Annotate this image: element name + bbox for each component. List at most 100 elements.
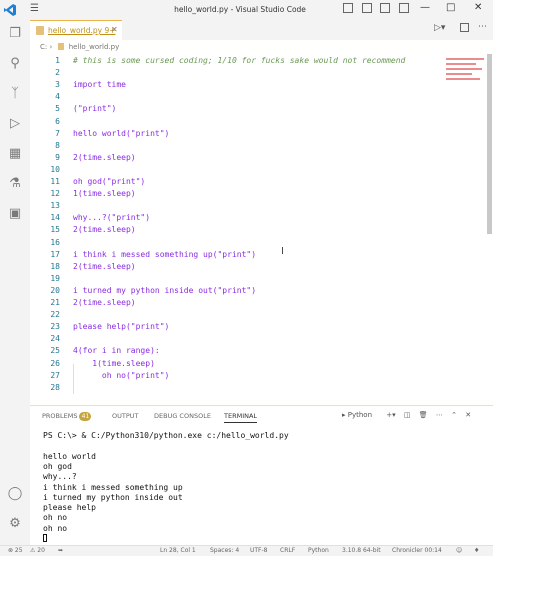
line-number: 4 xyxy=(55,92,60,102)
code-line[interactable]: 2(time.sleep) xyxy=(73,262,136,271)
run-debug-icon[interactable]: ▷ xyxy=(7,116,23,132)
code-line[interactable]: 2(time.sleep) xyxy=(73,298,136,307)
line-number: 19 xyxy=(50,273,60,283)
line-number: 28 xyxy=(50,382,60,392)
code-line[interactable]: oh no("print") xyxy=(73,371,169,380)
more-actions-icon[interactable]: ⋯ xyxy=(436,411,443,419)
testing-icon[interactable]: ⚗ xyxy=(7,176,23,192)
code-line[interactable]: i turned my python inside out("print") xyxy=(73,286,256,295)
new-terminal-icon[interactable]: +▾ xyxy=(386,411,395,419)
line-number: 13 xyxy=(50,201,60,211)
python-file-icon xyxy=(36,26,44,35)
line-number: 8 xyxy=(55,140,60,150)
tab-label: hello_world.py 9+ xyxy=(48,26,116,35)
status-encoding[interactable]: UTF-8 xyxy=(250,547,268,554)
tab-hello-world[interactable]: hello_world.py 9+ ✕ xyxy=(30,20,122,40)
close-panel-icon[interactable]: ✕ xyxy=(465,411,471,419)
line-number: 20 xyxy=(50,285,60,295)
code-line[interactable]: import time xyxy=(73,80,126,89)
explorer-icon[interactable]: ❐ xyxy=(7,26,23,42)
code-line[interactable]: oh god("print") xyxy=(73,177,145,186)
split-editor-icon[interactable] xyxy=(460,23,469,32)
tab-problems[interactable]: PROBLEMS 41 xyxy=(42,412,92,421)
source-control-icon[interactable]: ᛉ xyxy=(7,86,23,102)
line-number: 16 xyxy=(50,237,60,247)
run-python-icon[interactable]: ▷▾ xyxy=(434,23,445,33)
code-editor[interactable]: 1 # this is some cursed coding; 1/10 for … xyxy=(30,54,493,399)
broadcast-icon[interactable]: ➥ xyxy=(58,547,63,554)
status-errors[interactable]: ⊗ 25 xyxy=(8,547,23,554)
window-title: hello_world.py - Visual Studio Code xyxy=(174,5,306,14)
line-number: 22 xyxy=(50,310,60,320)
code-line[interactable]: 1(time.sleep) xyxy=(73,189,136,198)
remote-explorer-icon[interactable]: ▣ xyxy=(7,206,23,222)
terminal-line: PS C:\> & C:/Python310/python.exe c:/hel… xyxy=(43,431,289,440)
customize-layout-icon[interactable] xyxy=(398,3,409,13)
terminal-line: i think i messed something up xyxy=(43,482,183,492)
status-position[interactable]: Ln 28, Col 1 xyxy=(160,547,196,554)
maximize-panel-icon[interactable]: ⌃ xyxy=(451,411,457,419)
status-bar: ⊗ 25 ⚠ 20 ➥ Ln 28, Col 1 Spaces: 4 UTF-8… xyxy=(0,545,493,556)
line-number: 14 xyxy=(50,213,60,223)
line-number: 27 xyxy=(50,370,60,380)
status-spaces[interactable]: Spaces: 4 xyxy=(210,547,239,554)
account-icon[interactable]: ◯ xyxy=(7,486,23,502)
code-line[interactable]: why...?("print") xyxy=(73,213,150,222)
code-line[interactable]: # this is some cursed coding; 1/10 for f… xyxy=(73,56,405,65)
line-number: 3 xyxy=(55,80,60,90)
gear-icon[interactable]: ⚙ xyxy=(7,516,23,532)
code-line[interactable]: hello world("print") xyxy=(73,129,169,138)
terminal-line: please help xyxy=(43,503,96,513)
kill-terminal-icon[interactable]: 🗑 xyxy=(419,411,428,419)
toggle-primary-sidebar-icon[interactable] xyxy=(343,3,353,13)
breadcrumb-folder[interactable]: C: › xyxy=(40,43,52,51)
terminal-kind-dropdown[interactable]: ▸ Python xyxy=(342,411,378,419)
menu-icon[interactable]: ☰ xyxy=(30,3,39,14)
breadcrumb-file[interactable]: hello_world.py xyxy=(69,43,120,51)
bottom-panel: PROBLEMS 41 OUTPUT DEBUG CONSOLE TERMINAL… xyxy=(30,405,493,546)
line-number: 18 xyxy=(50,261,60,271)
code-line[interactable]: 2(time.sleep) xyxy=(73,225,136,234)
split-terminal-icon[interactable]: ◫ xyxy=(404,411,411,419)
more-actions-icon[interactable]: ⋯ xyxy=(478,22,487,32)
terminal-cursor xyxy=(43,534,47,542)
status-extra[interactable]: Chronicler 00:14 xyxy=(392,547,442,554)
indent-guide xyxy=(73,364,74,394)
code-line[interactable]: please help("print") xyxy=(73,322,169,331)
code-line[interactable]: 4(for i in range): xyxy=(73,346,160,355)
tab-debug-console[interactable]: DEBUG CONSOLE xyxy=(154,412,211,420)
tab-terminal[interactable]: TERMINAL xyxy=(224,412,258,423)
search-icon[interactable]: ⚲ xyxy=(7,56,23,72)
extensions-icon[interactable]: ▦ xyxy=(7,146,23,162)
terminal-line: hello world xyxy=(43,451,96,461)
status-interpreter[interactable]: 3.10.8 64-bit xyxy=(342,547,381,554)
maximize-button[interactable]: □ xyxy=(446,2,455,13)
minimap[interactable] xyxy=(446,58,486,84)
close-tab-icon[interactable]: ✕ xyxy=(111,25,118,34)
code-line[interactable]: 2(time.sleep) xyxy=(73,153,136,162)
close-window-button[interactable]: ✕ xyxy=(474,2,482,13)
code-line[interactable]: ("print") xyxy=(73,104,116,113)
line-number: 15 xyxy=(50,225,60,235)
terminal-line: oh no xyxy=(43,513,68,523)
line-number: 23 xyxy=(50,322,60,332)
status-language[interactable]: Python xyxy=(308,547,329,554)
status-eol[interactable]: CRLF xyxy=(280,547,295,554)
code-line[interactable]: i think i messed something up("print") xyxy=(73,250,256,259)
line-number: 21 xyxy=(50,298,60,307)
line-number: 2 xyxy=(55,68,60,78)
line-number: 6 xyxy=(55,116,60,126)
status-warnings[interactable]: ⚠ 20 xyxy=(30,547,45,554)
line-number: 1 xyxy=(55,56,60,65)
toggle-secondary-sidebar-icon[interactable] xyxy=(380,3,391,13)
code-line[interactable]: 1(time.sleep) xyxy=(73,359,155,368)
title-bar: ☰ hello_world.py - Visual Studio Code — … xyxy=(0,0,493,20)
minimize-button[interactable]: — xyxy=(420,2,430,13)
vscode-window: ☰ hello_world.py - Visual Studio Code — … xyxy=(0,0,493,556)
line-number: 24 xyxy=(50,334,60,344)
editor-scrollbar[interactable] xyxy=(487,54,492,234)
tab-output[interactable]: OUTPUT xyxy=(112,412,139,420)
toggle-panel-icon[interactable] xyxy=(361,3,372,13)
notifications-icon[interactable]: ♦ xyxy=(474,547,479,554)
feedback-icon[interactable]: ☺ xyxy=(456,547,462,554)
